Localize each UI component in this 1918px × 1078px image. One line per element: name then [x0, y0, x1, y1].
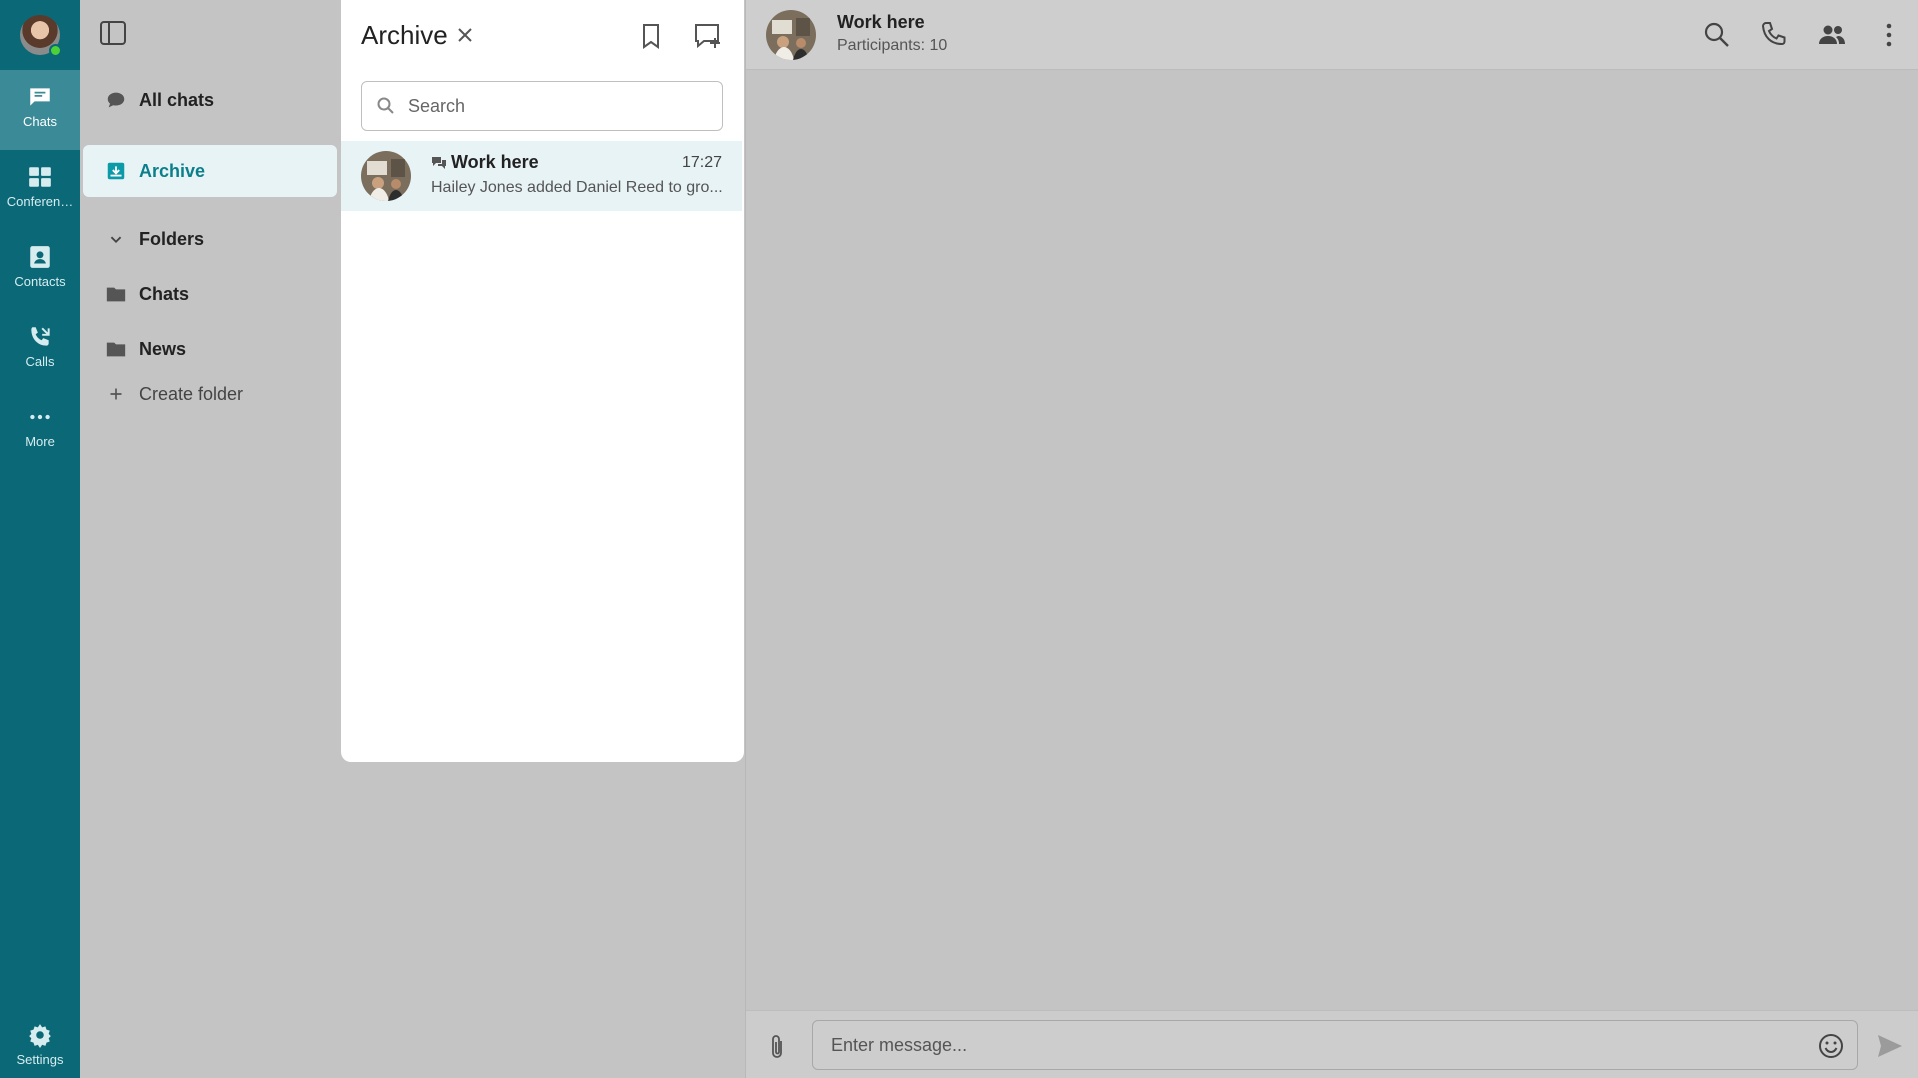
folder-icon [106, 342, 126, 357]
chat-title: Work here [837, 12, 925, 32]
folder-archive[interactable]: Archive [83, 145, 337, 197]
rail-item-chats[interactable]: Chats [0, 70, 80, 150]
folder-label: News [139, 338, 187, 359]
conference-icon [29, 167, 51, 187]
chat-area: Work here Participants: 10 [745, 0, 1918, 1078]
chat-timestamp: 17:27 [681, 154, 722, 171]
folder-icon [106, 287, 126, 302]
rail-item-label: Conferen… [6, 194, 74, 209]
group-photo-icon [361, 151, 411, 201]
more-vertical-icon[interactable] [1874, 20, 1904, 50]
sidebar-toggle-icon[interactable] [99, 20, 127, 46]
folder-label: Archive [139, 160, 206, 181]
contacts-icon [30, 246, 50, 268]
paperclip-icon[interactable] [766, 1033, 788, 1061]
close-icon[interactable] [455, 25, 475, 45]
chat-bubble-icon [30, 88, 50, 106]
page-title: Archive [361, 20, 448, 50]
plus-icon [110, 388, 122, 400]
create-folder-label: Create folder [139, 383, 244, 404]
calls-icon [31, 327, 50, 346]
chat-avatar [361, 151, 411, 201]
phone-icon[interactable] [1759, 20, 1789, 50]
emoji-icon[interactable] [1817, 1032, 1845, 1060]
archive-panel: Archive Search Work here 17:27 Hailey Jo… [341, 0, 744, 762]
online-status-indicator [49, 44, 62, 57]
chat-name-label: Work here [451, 152, 539, 172]
folder-item-chats[interactable]: Chats [83, 268, 337, 320]
new-chat-icon[interactable] [693, 22, 723, 50]
rail-item-contacts[interactable]: Contacts [0, 230, 80, 310]
chat-bubble-icon [107, 92, 125, 108]
rail-item-calls[interactable]: Calls [0, 310, 80, 390]
chat-list-item[interactable]: Work here 17:27 Hailey Jones added Danie… [341, 141, 742, 211]
rail-item-settings[interactable]: Settings [0, 1008, 80, 1078]
search-box [361, 81, 723, 131]
group-chat-icon [432, 156, 446, 169]
search-icon [377, 97, 394, 114]
folder-label: Chats [139, 283, 190, 304]
chevron-down-icon [110, 236, 122, 244]
more-dots-icon [30, 414, 50, 420]
message-input[interactable] [812, 1020, 1858, 1070]
bookmark-icon[interactable] [639, 22, 663, 50]
message-composer [746, 1010, 1918, 1078]
chat-name: Work here [431, 152, 539, 173]
rail-item-label: Contacts [14, 274, 66, 289]
rail-item-more[interactable]: More [0, 390, 80, 470]
group-photo-icon [766, 10, 816, 60]
create-folder-button[interactable]: Create folder [83, 368, 337, 420]
send-icon[interactable] [1876, 1033, 1904, 1059]
folder-all-chats[interactable]: All chats [83, 74, 337, 126]
folder-label: All chats [139, 89, 215, 110]
user-avatar[interactable] [20, 15, 62, 57]
rail-item-label: More [25, 434, 55, 449]
archive-icon [107, 162, 125, 180]
gear-icon [29, 1024, 51, 1048]
chat-preview: Hailey Jones added Daniel Reed to gro... [431, 179, 723, 196]
chat-header: Work here Participants: 10 [746, 0, 1918, 70]
participants-icon[interactable] [1817, 20, 1847, 50]
rail-item-conference[interactable]: Conferen… [0, 150, 80, 230]
search-icon[interactable] [1702, 20, 1732, 50]
search-input[interactable] [408, 95, 708, 117]
folders-panel: All chats Archive Folders Chats News Cre… [80, 0, 340, 1078]
rail-item-label: Calls [25, 354, 55, 369]
chat-header-avatar[interactable] [766, 10, 816, 60]
folders-header-label: Folders [139, 228, 205, 249]
rail-item-label: Chats [23, 114, 57, 129]
rail-item-label: Settings [16, 1052, 64, 1067]
participants-count: Participants: 10 [837, 37, 948, 54]
folders-header[interactable]: Folders [83, 213, 337, 265]
nav-rail: Chats Conferen… Contacts Calls More Sett… [0, 0, 80, 1078]
